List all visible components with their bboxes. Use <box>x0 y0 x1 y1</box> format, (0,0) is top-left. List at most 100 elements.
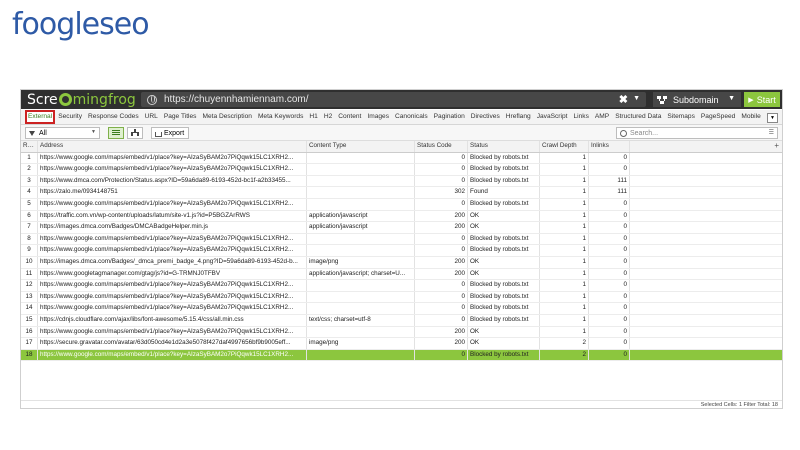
row-number[interactable]: 3 <box>21 175 38 187</box>
table-row[interactable]: 15 https://cdnjs.cloudflare.com/ajax/libs… <box>21 314 782 327</box>
crawl-mode-select[interactable]: Subdomain ▼ <box>653 92 741 107</box>
status-code-cell[interactable]: 0 <box>415 233 468 245</box>
crawl-depth-cell[interactable]: 1 <box>540 314 589 326</box>
search-input[interactable]: Search... ☰ <box>616 127 778 139</box>
content-type-cell[interactable]: image/png <box>307 256 415 268</box>
tab-meta-description[interactable]: Meta Description <box>199 110 254 124</box>
status-code-cell[interactable]: 0 <box>415 349 468 361</box>
status-code-cell[interactable]: 0 <box>415 164 468 175</box>
tab-hreflang[interactable]: Hreflang <box>503 110 534 124</box>
content-type-cell[interactable] <box>307 152 415 164</box>
status-cell[interactable]: Blocked by robots.txt <box>468 152 540 164</box>
content-type-cell[interactable] <box>307 233 415 245</box>
content-type-cell[interactable] <box>307 245 415 256</box>
row-number[interactable]: 5 <box>21 198 38 210</box>
table-row[interactable]: 2 https://www.google.com/maps/embed/v1/pl… <box>21 164 782 176</box>
tab-h1[interactable]: H1 <box>306 110 320 124</box>
status-code-cell[interactable]: 0 <box>415 314 468 326</box>
export-button[interactable]: Export <box>151 127 189 139</box>
content-type-cell[interactable] <box>307 164 415 175</box>
inlinks-cell[interactable]: 0 <box>589 326 630 338</box>
search-options-icon[interactable]: ☰ <box>769 129 774 136</box>
add-column-icon[interactable]: + <box>774 141 779 152</box>
inlinks-cell[interactable]: 0 <box>589 291 630 303</box>
row-number[interactable]: 17 <box>21 338 38 349</box>
inlinks-cell[interactable]: 0 <box>589 256 630 268</box>
column-header-status[interactable]: Status <box>468 141 540 152</box>
address-cell[interactable]: https://www.google.com/maps/embed/v1/pla… <box>38 233 307 245</box>
table-row[interactable]: 12 https://www.google.com/maps/embed/v1/p… <box>21 280 782 292</box>
url-history-chevron-icon[interactable]: ▼ <box>633 95 640 102</box>
inlinks-cell[interactable]: 0 <box>589 152 630 164</box>
crawl-depth-cell[interactable]: 1 <box>540 210 589 222</box>
table-row[interactable]: 7 https://images.dmca.com/Badges/DMCABadg… <box>21 222 782 234</box>
filter-select[interactable]: All ▼ <box>25 127 100 139</box>
status-code-cell[interactable]: 0 <box>415 303 468 314</box>
row-number[interactable]: 2 <box>21 164 38 175</box>
table-row[interactable]: 3 https://www.dmca.com/Protection/Status.… <box>21 175 782 188</box>
column-header-row[interactable]: Row <box>21 141 38 152</box>
row-number[interactable]: 9 <box>21 245 38 256</box>
content-type-cell[interactable]: text/css; charset=utf-8 <box>307 314 415 326</box>
table-row[interactable]: 6 https://traffic.com.vn/wp-content/uploa… <box>21 210 782 223</box>
status-cell[interactable]: OK <box>468 210 540 222</box>
status-cell[interactable]: OK <box>468 268 540 280</box>
address-cell[interactable]: https://www.google.com/maps/embed/v1/pla… <box>38 349 307 361</box>
tab-page-titles[interactable]: Page Titles <box>161 110 200 124</box>
content-type-cell[interactable] <box>307 349 415 361</box>
crawl-depth-cell[interactable]: 1 <box>540 152 589 164</box>
inlinks-cell[interactable]: 111 <box>589 187 630 198</box>
status-code-cell[interactable]: 200 <box>415 326 468 338</box>
crawl-depth-cell[interactable]: 1 <box>540 233 589 245</box>
inlinks-cell[interactable]: 0 <box>589 338 630 349</box>
tab-content[interactable]: Content <box>335 110 364 124</box>
address-cell[interactable]: https://www.googletagmanager.com/gtag/js… <box>38 268 307 280</box>
table-row[interactable]: 4 https://zalo.me/0934148751 302 Found 1 111 <box>21 187 782 199</box>
tab-h2[interactable]: H2 <box>321 110 335 124</box>
content-type-cell[interactable] <box>307 326 415 338</box>
status-cell[interactable]: OK <box>468 222 540 233</box>
content-type-cell[interactable] <box>307 198 415 210</box>
address-cell[interactable]: https://images.dmca.com/Badges/_dmca_pre… <box>38 256 307 268</box>
status-code-cell[interactable]: 0 <box>415 175 468 187</box>
status-code-cell[interactable]: 0 <box>415 245 468 256</box>
inlinks-cell[interactable]: 0 <box>589 280 630 291</box>
row-number[interactable]: 12 <box>21 280 38 291</box>
table-row[interactable]: 16 https://www.google.com/maps/embed/v1/p… <box>21 326 782 339</box>
row-number[interactable]: 18 <box>21 349 38 361</box>
inlinks-cell[interactable]: 0 <box>589 233 630 245</box>
table-row[interactable]: 11 https://www.googletagmanager.com/gtag/… <box>21 268 782 281</box>
tab-sitemaps[interactable]: Sitemaps <box>664 110 698 124</box>
status-cell[interactable]: Blocked by robots.txt <box>468 164 540 175</box>
tab-directives[interactable]: Directives <box>468 110 503 124</box>
address-cell[interactable]: https://www.dmca.com/Protection/Status.a… <box>38 175 307 187</box>
inlinks-cell[interactable]: 0 <box>589 198 630 210</box>
table-row[interactable]: 14 https://www.google.com/maps/embed/v1/p… <box>21 303 782 315</box>
tab-security[interactable]: Security <box>55 110 85 124</box>
status-code-cell[interactable]: 0 <box>415 280 468 291</box>
list-view-button[interactable] <box>108 127 124 139</box>
address-cell[interactable]: https://www.google.com/maps/embed/v1/pla… <box>38 291 307 303</box>
row-number[interactable]: 7 <box>21 222 38 233</box>
address-cell[interactable]: https://www.google.com/maps/embed/v1/pla… <box>38 326 307 338</box>
address-cell[interactable]: https://www.google.com/maps/embed/v1/pla… <box>38 280 307 291</box>
content-type-cell[interactable] <box>307 187 415 198</box>
address-cell[interactable]: https://www.google.com/maps/embed/v1/pla… <box>38 198 307 210</box>
column-header-status-code[interactable]: Status Code <box>415 141 468 152</box>
tab-meta-keywords[interactable]: Meta Keywords <box>255 110 306 124</box>
content-type-cell[interactable]: application/javascript <box>307 210 415 222</box>
crawl-depth-cell[interactable]: 1 <box>540 222 589 233</box>
address-cell[interactable]: https://www.google.com/maps/embed/v1/pla… <box>38 164 307 175</box>
address-cell[interactable]: https://www.google.com/maps/embed/v1/pla… <box>38 303 307 314</box>
status-cell[interactable]: Blocked by robots.txt <box>468 280 540 291</box>
tab-amp[interactable]: AMP <box>592 110 612 124</box>
table-row[interactable]: 18 https://www.google.com/maps/embed/v1/p… <box>21 349 782 362</box>
tab-mobile[interactable]: Mobile <box>738 110 763 124</box>
address-cell[interactable]: https://www.google.com/maps/embed/v1/pla… <box>38 152 307 164</box>
row-number[interactable]: 4 <box>21 187 38 198</box>
status-cell[interactable]: OK <box>468 256 540 268</box>
row-number[interactable]: 14 <box>21 303 38 314</box>
tab-url[interactable]: URL <box>142 110 161 124</box>
status-code-cell[interactable]: 0 <box>415 152 468 164</box>
row-number[interactable]: 1 <box>21 152 38 164</box>
